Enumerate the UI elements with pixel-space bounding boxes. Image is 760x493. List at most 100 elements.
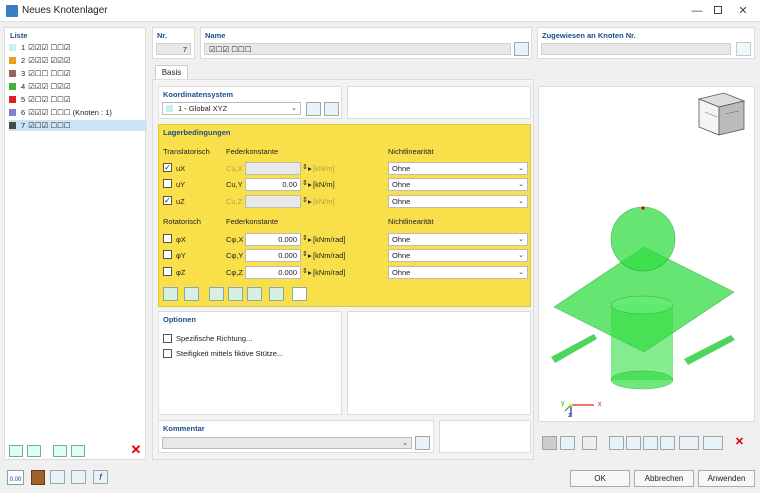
hinged-roller-icon[interactable] [209,287,224,301]
option1-checkbox[interactable] [163,334,172,343]
spin-icon[interactable]: ⇕ [302,163,308,171]
formula-icon[interactable]: f [93,470,108,484]
edit-name-icon[interactable] [514,42,529,56]
spin-icon[interactable]: ⇕ [302,234,308,242]
view-iso-icon[interactable] [660,436,675,450]
new-item-icon[interactable] [9,445,23,457]
spring-value-field[interactable]: 0.000 [245,249,301,262]
ok-button[interactable]: OK [570,470,630,487]
lager-title: Lagerbedingungen [163,128,231,137]
arrow-right-icon[interactable]: ▸ [308,268,312,277]
display-mode-icon[interactable] [679,436,699,450]
nonlinearity-select[interactable]: Ohne ⌄ [388,249,528,262]
assigned-field[interactable] [541,43,731,55]
spring-value-field[interactable] [245,195,301,208]
option2-checkbox[interactable] [163,349,172,358]
dof-checkbox[interactable]: ✓ [163,196,172,205]
color-swatch [9,57,16,64]
list-item[interactable]: 6 ☑☑☑ ☐☐☐ (Knoten : 1) [9,107,147,118]
apply-button[interactable]: Anwenden [698,470,755,487]
nonlinearity-select[interactable]: Ohne ⌄ [388,195,528,208]
maximize-icon[interactable] [696,3,726,19]
koord-value: 1 - Global XYZ [178,104,228,113]
new-coord-icon[interactable] [306,102,321,116]
color-swatch [9,109,16,116]
arrow-right-icon[interactable]: ▸ [308,251,312,260]
free-support-icon[interactable] [163,287,178,301]
dof-checkbox[interactable] [163,234,172,243]
nonlinearity-select[interactable]: Ohne ⌄ [388,266,528,279]
koord-panel: Koordinatensystem 1 - Global XYZ ⌄ [158,86,342,119]
axis-x-label: x [598,401,602,408]
view-x-icon[interactable] [609,436,624,450]
list-item[interactable]: 2 ☑☑☑ ☑☑☑ [9,55,147,66]
reset-view-icon[interactable]: ✕ [732,435,747,450]
tab-basis[interactable]: Basis [155,65,188,80]
arrow-right-icon[interactable]: ▸ [308,180,312,189]
spin-icon[interactable]: ⇕ [302,267,308,275]
spin-icon[interactable]: ⇕ [302,250,308,258]
view-render-icon[interactable] [582,436,597,450]
nonlinearity-select[interactable]: Ohne ⌄ [388,162,528,175]
hinged-support-icon[interactable] [184,287,199,301]
view-z-icon[interactable] [643,436,658,450]
fixed-support-icon[interactable] [269,287,284,301]
check-item-icon[interactable] [53,445,67,457]
title-bar: Neues Knotenlager — ✕ [0,0,760,22]
list-item-label: ☑☐☑ ☐☐☑ [28,95,71,104]
roller-y-icon[interactable] [247,287,262,301]
units-icon[interactable]: 0.00 [7,470,24,485]
dof-checkbox[interactable]: ✓ [163,163,172,172]
fullscreen-icon[interactable] [292,287,307,301]
spin-icon[interactable]: ⇕ [302,196,308,204]
nr-label: Nr. [157,31,168,40]
option2-label: Steifigkeit mittels fiktive Stütze... [176,349,284,358]
color-swatch [9,122,16,129]
list-item[interactable]: 4 ☑☑☑ ☐☑☑ [9,81,147,92]
spring-value-field[interactable]: 0.000 [245,233,301,246]
view-cube[interactable] [697,92,746,136]
chevron-down-icon: ⌄ [518,181,524,188]
render-mode-icon[interactable] [703,436,723,450]
material-icon[interactable] [31,470,45,485]
roller-x-icon[interactable] [228,287,243,301]
dof-checkbox[interactable] [163,179,172,188]
renumber-icon[interactable] [71,445,85,457]
table-icon[interactable] [50,470,65,484]
dof-checkbox[interactable] [163,250,172,259]
spring-value-field[interactable]: 0.00 [245,178,301,191]
edit-coord-icon[interactable] [324,102,339,116]
view-options-icon[interactable] [542,436,557,450]
comment-edit-icon[interactable] [415,436,430,450]
dof-checkbox[interactable] [163,267,172,276]
arrow-right-icon[interactable]: ▸ [308,235,312,244]
support-model-graphic [551,92,746,417]
list-item[interactable]: 5 ☑☐☑ ☐☐☑ [9,94,147,105]
unit-label: [kNm/rad] [313,251,346,260]
nonlinearity-select[interactable]: Ohne ⌄ [388,178,528,191]
cancel-button[interactable]: Abbrechen [634,470,694,487]
arrow-right-icon[interactable]: ▸ [308,197,312,206]
copy-item-icon[interactable] [27,445,41,457]
list-item[interactable]: 7 ☑☐☑ ☐☐☐ [9,120,147,131]
close-icon[interactable]: ✕ [728,3,758,19]
list-item-number: 4 [21,82,26,91]
list-item[interactable]: 1 ☑☑☑ ☐☐☑ [9,42,147,53]
app-icon [6,5,18,17]
arrow-right-icon[interactable]: ▸ [308,164,312,173]
spin-icon[interactable]: ⇕ [302,179,308,187]
view-y-icon[interactable] [626,436,641,450]
nonlinearity-select[interactable]: Ohne ⌄ [388,233,528,246]
koord-select[interactable]: 1 - Global XYZ ⌄ [162,102,301,115]
pick-node-icon[interactable] [736,42,751,56]
view-axis-icon[interactable] [560,436,575,450]
spring-value-field[interactable]: 0.000 [245,266,301,279]
help-icon[interactable] [71,470,86,484]
kommentar-select[interactable]: ⌄ [162,437,412,449]
view-3d[interactable]: x y z [538,86,755,422]
delete-icon[interactable]: ✕ [129,443,143,457]
list-item[interactable]: 3 ☑☐☐ ☐☐☑ [9,68,147,79]
name-field[interactable]: ☑☐☑ ☐☐☐ [204,43,511,55]
nr-field[interactable]: 7 [156,43,191,55]
spring-value-field[interactable] [245,162,301,175]
